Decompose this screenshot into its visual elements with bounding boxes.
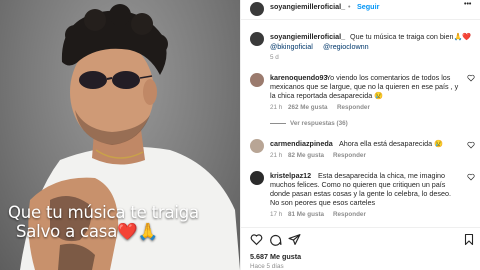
actions-divider bbox=[241, 227, 480, 228]
follow-button[interactable]: Seguir bbox=[357, 2, 379, 12]
like-heart-icon[interactable] bbox=[250, 233, 263, 246]
comment-avatar[interactable] bbox=[250, 73, 264, 87]
header-divider bbox=[241, 19, 480, 20]
mention-bkingoficial[interactable]: @bkingoficial bbox=[270, 42, 313, 52]
post-photo: Que tu música te traiga Salvo a casa❤️🙏 bbox=[0, 0, 240, 270]
comment-likes[interactable]: 262 Me gusta bbox=[288, 103, 328, 113]
comment-time: 21 h bbox=[270, 152, 283, 159]
comment-time: 17 h bbox=[270, 211, 283, 218]
comment-likes[interactable]: 81 Me gusta bbox=[288, 210, 324, 220]
comment-likes[interactable]: 82 Me gusta bbox=[288, 151, 324, 161]
caption-avatar[interactable] bbox=[250, 32, 264, 46]
post-likes-count[interactable]: 5.687 Me gusta bbox=[250, 252, 301, 262]
caption-time: 5 d bbox=[270, 54, 279, 61]
comment-time: 21 h bbox=[270, 104, 283, 111]
caption-username[interactable]: soyangiemilleroficial_ bbox=[270, 32, 345, 42]
post-sidebar: soyangiemilleroficial_ • Seguir ••• soya… bbox=[240, 0, 480, 270]
comment-reply-button[interactable]: Responder bbox=[333, 151, 366, 161]
comment-text-line: Ahora ella está desaparecida 😢 bbox=[339, 139, 444, 148]
more-options-icon[interactable]: ••• bbox=[464, 0, 471, 10]
share-icon[interactable] bbox=[288, 233, 301, 246]
like-comment-heart-icon[interactable] bbox=[467, 74, 475, 82]
comment-text-line: la chica reportada desaparecida 😢 bbox=[270, 91, 384, 100]
comment-text-line: No son peores que esos carteles bbox=[270, 198, 376, 207]
comment-avatar[interactable] bbox=[250, 139, 264, 153]
view-replies-line bbox=[270, 123, 286, 124]
comment-avatar[interactable] bbox=[250, 171, 264, 185]
view-replies-button[interactable]: Ver respuestas (36) bbox=[290, 119, 348, 129]
comment-reply-button[interactable]: Responder bbox=[337, 103, 370, 113]
save-bookmark-icon[interactable] bbox=[463, 233, 475, 246]
photo-caption-line-2: Salvo a casa❤️🙏 bbox=[16, 222, 158, 241]
like-comment-heart-icon[interactable] bbox=[467, 141, 475, 149]
like-comment-heart-icon[interactable] bbox=[467, 173, 475, 181]
caption-text: Que tu música te traiga con bien🙏❤️ bbox=[350, 32, 472, 41]
comment-icon[interactable] bbox=[269, 233, 282, 246]
comment-username[interactable]: carmendiazpineda bbox=[270, 139, 333, 149]
comment-reply-button[interactable]: Responder bbox=[333, 210, 366, 220]
mention-regioclownn[interactable]: @regioclownn bbox=[323, 42, 369, 52]
post-time: Hace 5 días bbox=[250, 263, 284, 270]
author-avatar[interactable] bbox=[250, 2, 264, 16]
photo-caption-line-1: Que tu música te traiga bbox=[8, 203, 199, 222]
author-username[interactable]: soyangiemilleroficial_ bbox=[270, 2, 345, 12]
header-separator: • bbox=[348, 2, 351, 11]
